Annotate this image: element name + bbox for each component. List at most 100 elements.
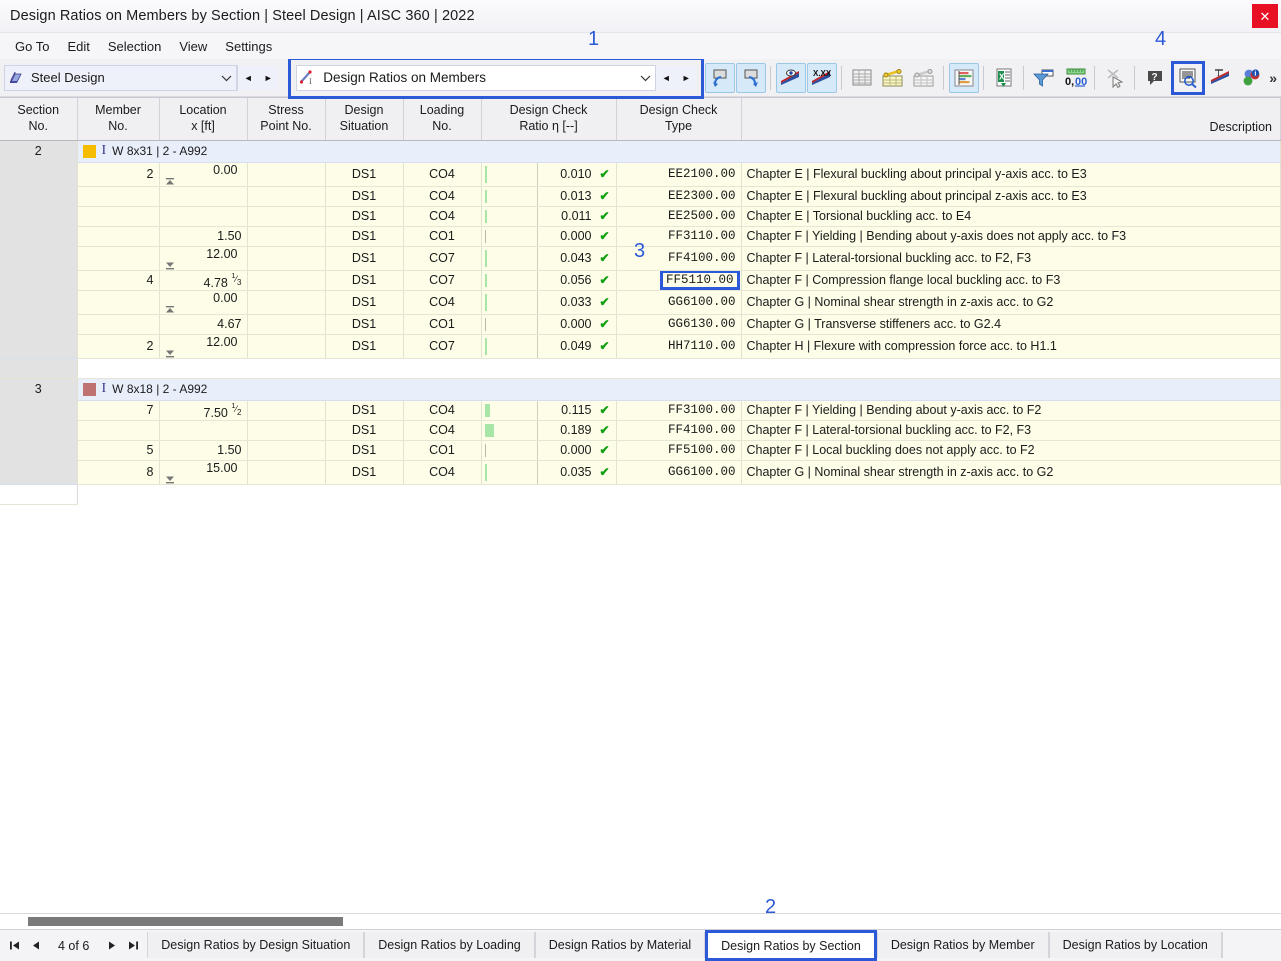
tab-design-ratios-by-location[interactable]: Design Ratios by Location <box>1048 932 1222 958</box>
ratio-ok-check-icon: ✔ <box>599 209 610 223</box>
info-button[interactable]: i <box>1237 63 1267 93</box>
horizontal-scrollbar[interactable] <box>0 913 1281 929</box>
redo-view-button[interactable] <box>735 62 766 93</box>
show-values-button[interactable]: X.XX <box>806 62 837 93</box>
table-row[interactable]: 4.67 DS1 CO1 0.000 ✔ GG6130.00 Chapter G | Tra… <box>0 314 1281 335</box>
filter-button[interactable] <box>1029 63 1059 93</box>
location-cell: 1.50 <box>159 226 248 247</box>
decimal-places-button[interactable]: 0, 00 <box>1060 63 1090 93</box>
toolbar-overflow-button[interactable]: » <box>1269 70 1277 86</box>
col-member-no[interactable]: Member No. <box>77 98 160 141</box>
steel-beam-icon <box>5 70 27 86</box>
col-location[interactable]: Location x [ft] <box>159 98 248 141</box>
table-combobox-highlight: I Design Ratios on Members ◄ ► <box>288 56 705 99</box>
table-row[interactable]: 1.50 DS1 CO1 0.000 ✔ FF3110.00 Chapter F | Yie… <box>0 226 1281 247</box>
table-row[interactable]: 4 4.78 1⁄3 DS1 CO7 0.056 ✔ FF5110.00 Chapter F … <box>0 270 1281 291</box>
section-group-row[interactable]: 2 I W 8x31 | 2 - A992 <box>0 140 1281 359</box>
table-row[interactable]: DS1 CO4 0.011 ✔ EE2500.00 Chapter E | Torsion… <box>0 206 1281 227</box>
menu-selection[interactable]: Selection <box>99 36 170 57</box>
location-marker-icon <box>165 261 242 270</box>
table-row[interactable]: 8 15.00 DS1 CO4 0.035 ✔ GG6100.00 Chapter G | N… <box>0 460 1281 485</box>
design-check-ratio-cell: 0.115 ✔ <box>481 400 617 421</box>
chevron-down-icon-2[interactable] <box>635 66 655 90</box>
col-loading-no[interactable]: Loading No. <box>403 98 482 141</box>
table-combobox[interactable]: I Design Ratios on Members <box>296 64 657 91</box>
description-cell: Chapter G | Nominal shear strength in z-… <box>741 290 1281 315</box>
table-prev-button[interactable]: ◄ <box>656 65 677 90</box>
toolbar-buttons: X.XX X 0, 00 ? I i » <box>704 60 1281 95</box>
stress-point-cell <box>247 246 326 271</box>
table-member-button[interactable] <box>878 63 908 93</box>
table-all-button[interactable] <box>847 63 877 93</box>
section-group-row[interactable]: 3 I W 8x18 | 2 - A992 <box>0 378 1281 485</box>
undo-view-button[interactable] <box>704 62 735 93</box>
export-excel-button[interactable]: X <box>989 63 1019 93</box>
menu-edit[interactable]: Edit <box>58 36 98 57</box>
design-check-type-cell: FF3100.00 <box>616 400 742 421</box>
design-situation-cell: DS1 <box>325 290 404 315</box>
show-results-button[interactable] <box>775 62 806 93</box>
next-page-button[interactable] <box>101 930 121 961</box>
design-situation-cell: DS1 <box>325 162 404 187</box>
table-row[interactable]: 2 12.00 DS1 CO7 0.049 ✔ HH7110.00 Chapter H | F… <box>0 334 1281 359</box>
select-objects-button[interactable] <box>1100 63 1130 93</box>
ratio-value: 0.115 <box>561 403 592 418</box>
ratio-bar-zone <box>482 420 538 440</box>
section-group-label: W 8x31 | 2 - A992 <box>112 144 208 158</box>
table-row[interactable]: DS1 CO4 0.189 ✔ FF4100.00 Chapter F | Lateral… <box>0 420 1281 441</box>
stress-point-cell <box>247 400 326 421</box>
prev-page-button[interactable] <box>26 930 46 961</box>
design-check-type-highlight[interactable]: FF5110.00 <box>659 270 740 290</box>
table-next-button[interactable]: ► <box>676 65 697 90</box>
module-prev-button[interactable]: ◄ <box>238 65 259 90</box>
tab-design-ratios-by-section[interactable]: Design Ratios by Section <box>705 930 877 961</box>
table-surface-button[interactable] <box>909 63 939 93</box>
member-no-cell <box>77 314 160 335</box>
module-next-button[interactable]: ► <box>258 65 279 90</box>
ratio-bar-zone <box>482 162 538 185</box>
menu-view[interactable]: View <box>170 36 216 57</box>
last-page-button[interactable] <box>123 930 143 961</box>
design-check-type-cell: FF5100.00 <box>616 440 742 461</box>
col-description-l2: Description <box>1209 119 1272 134</box>
tab-design-ratios-by-material[interactable]: Design Ratios by Material <box>534 932 706 958</box>
first-page-button[interactable] <box>4 930 24 961</box>
result-diagram-button[interactable] <box>948 62 979 93</box>
table-row[interactable]: DS1 CO4 0.013 ✔ EE2300.00 Chapter E | Flexura… <box>0 186 1281 207</box>
ratio-bar-zone <box>482 440 538 460</box>
table-row[interactable]: 12.00 DS1 CO7 0.043 ✔ FF4100.00 Chapter F | La… <box>0 246 1281 271</box>
chevron-down-icon[interactable] <box>216 66 236 90</box>
col-section-no[interactable]: Section No. <box>0 98 78 141</box>
design-check-ratio-cell: 0.000 ✔ <box>481 314 617 335</box>
table-row[interactable]: 7 7.50 1⁄2 DS1 CO4 0.115 ✔ FF3100.00 Chapter F … <box>0 400 1281 421</box>
tab-design-ratios-by-design-situation[interactable]: Design Ratios by Design Situation <box>147 932 365 958</box>
col-design-check-ratio[interactable]: Design Check Ratio η [--] <box>481 98 617 141</box>
tab-design-ratios-by-member[interactable]: Design Ratios by Member <box>876 932 1049 958</box>
ratio-bar <box>484 293 487 311</box>
stress-point-cell <box>247 420 326 441</box>
design-situation-cell: DS1 <box>325 206 404 227</box>
results-table-container[interactable]: Section No. Member No. Location x [ft] S… <box>0 97 1281 913</box>
col-design-check-type[interactable]: Design Check Type <box>616 98 742 141</box>
tab-design-ratios-by-loading[interactable]: Design Ratios by Loading <box>364 932 535 958</box>
col-design-situation[interactable]: Design Situation <box>325 98 404 141</box>
hscroll-track[interactable] <box>12 917 1269 926</box>
table-row[interactable]: 0.00 DS1 CO4 0.033 ✔ GG6100.00 Chapter G | Nom… <box>0 290 1281 315</box>
help-button[interactable]: ? <box>1140 63 1170 93</box>
table-row[interactable]: 5 1.50 DS1 CO1 0.000 ✔ FF5100.00 Chapter F | Lo… <box>0 440 1281 461</box>
col-stress-point-l2: Point No. <box>260 118 312 133</box>
close-button[interactable]: ✕ <box>1252 4 1278 28</box>
table-row[interactable]: 2 0.00 DS1 CO4 0.010 ✔ EE2100.00 Chapter E | Fl… <box>0 162 1281 187</box>
design-situation-cell: DS1 <box>325 400 404 421</box>
design-check-type-cell: HH7110.00 <box>616 334 742 359</box>
menu-go-to[interactable]: Go To <box>6 36 58 57</box>
col-stress-point[interactable]: Stress Point No. <box>247 98 326 141</box>
loading-no-cell: CO4 <box>403 400 482 421</box>
col-description[interactable]: Description <box>741 98 1281 141</box>
module-combobox[interactable]: Steel Design <box>4 64 238 91</box>
menu-settings[interactable]: Settings <box>216 36 281 57</box>
member-results-button[interactable]: I <box>1206 63 1236 93</box>
svg-text:?: ? <box>1151 72 1157 83</box>
table-report-button[interactable] <box>1170 60 1205 95</box>
hscroll-thumb[interactable] <box>28 917 343 926</box>
